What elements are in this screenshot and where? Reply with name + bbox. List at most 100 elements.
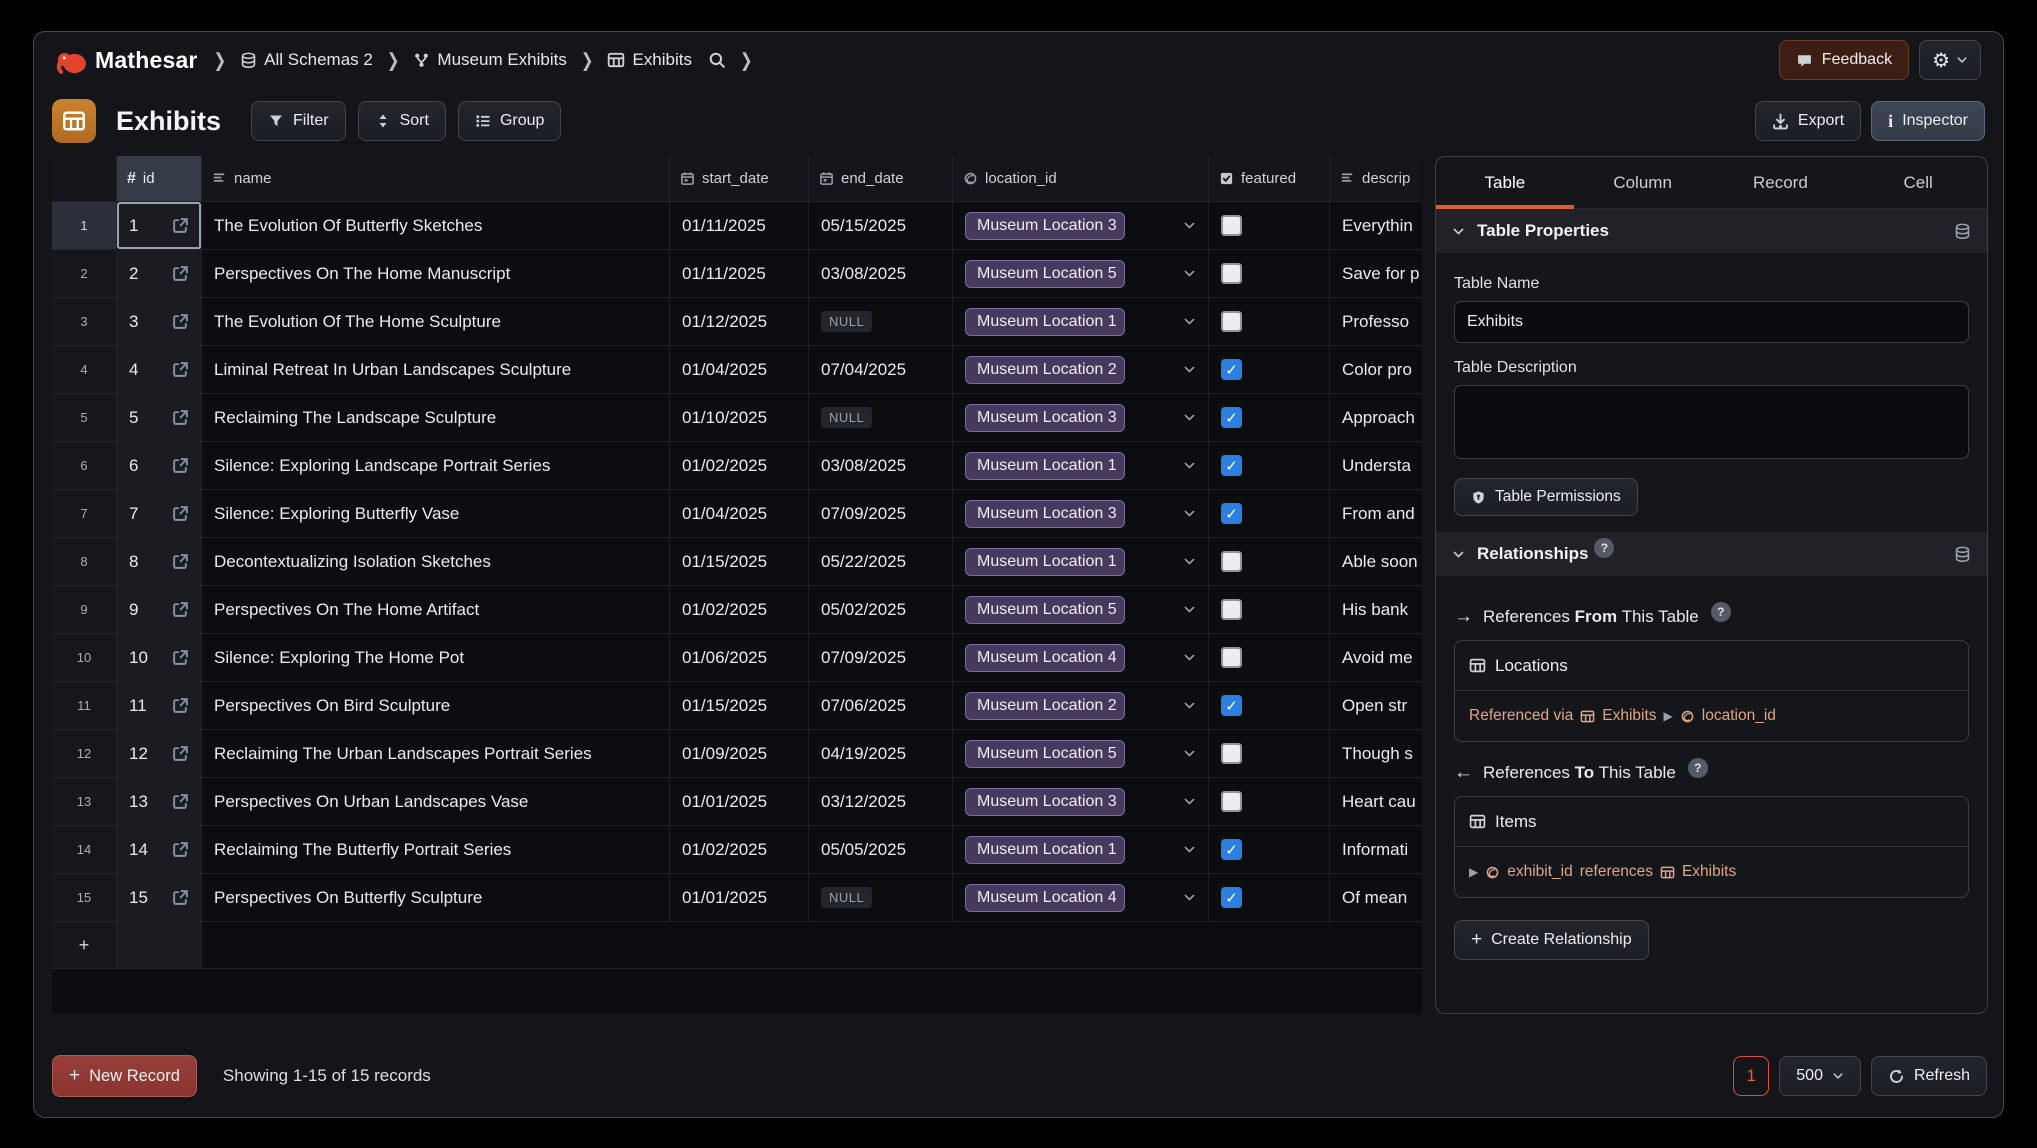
featured-cell[interactable]: ✓ bbox=[1209, 826, 1330, 874]
id-cell[interactable]: 6 bbox=[117, 442, 202, 490]
row-number[interactable]: 5 bbox=[52, 394, 117, 442]
open-record-icon[interactable] bbox=[172, 553, 189, 570]
name-cell[interactable]: The Evolution Of Butterfly Sketches bbox=[202, 202, 670, 250]
description-cell[interactable]: His bank bbox=[1330, 586, 1422, 634]
end-date-cell[interactable]: NULL bbox=[809, 394, 953, 442]
start-date-cell[interactable]: 01/11/2025 bbox=[670, 202, 809, 250]
row-number[interactable]: 8 bbox=[52, 538, 117, 586]
featured-cell[interactable]: ✓ bbox=[1209, 874, 1330, 922]
description-cell[interactable]: Approach bbox=[1330, 394, 1422, 442]
chevron-down-icon[interactable] bbox=[1183, 219, 1196, 232]
row-number[interactable]: 14 bbox=[52, 826, 117, 874]
open-record-icon[interactable] bbox=[172, 697, 189, 714]
featured-checkbox[interactable]: ✓ bbox=[1221, 455, 1242, 476]
open-record-icon[interactable] bbox=[172, 505, 189, 522]
chevron-down-icon[interactable] bbox=[1183, 747, 1196, 760]
search-icon[interactable] bbox=[708, 51, 726, 69]
id-cell[interactable]: 1 bbox=[117, 202, 202, 250]
end-date-cell[interactable]: 07/09/2025 bbox=[809, 490, 953, 538]
end-date-cell[interactable]: NULL bbox=[809, 874, 953, 922]
description-cell[interactable]: Everythin bbox=[1330, 202, 1422, 250]
featured-checkbox[interactable] bbox=[1221, 551, 1242, 572]
start-date-cell[interactable]: 01/10/2025 bbox=[670, 394, 809, 442]
featured-checkbox[interactable] bbox=[1221, 263, 1242, 284]
chevron-down-icon[interactable] bbox=[1183, 651, 1196, 664]
tab-column[interactable]: Column bbox=[1574, 157, 1712, 208]
description-cell[interactable]: Though s bbox=[1330, 730, 1422, 778]
filter-button[interactable]: Filter bbox=[251, 101, 346, 141]
id-cell[interactable]: 7 bbox=[117, 490, 202, 538]
end-date-cell[interactable]: 05/05/2025 bbox=[809, 826, 953, 874]
location-cell[interactable]: Museum Location 4 bbox=[953, 874, 1209, 922]
group-button[interactable]: Group bbox=[458, 101, 561, 141]
open-record-icon[interactable] bbox=[172, 601, 189, 618]
location-cell[interactable]: Museum Location 1 bbox=[953, 298, 1209, 346]
feedback-button[interactable]: Feedback bbox=[1779, 40, 1909, 80]
description-cell[interactable]: Save for p bbox=[1330, 250, 1422, 298]
chevron-down-icon[interactable] bbox=[1183, 363, 1196, 376]
location-cell[interactable]: Museum Location 2 bbox=[953, 682, 1209, 730]
column-header-name[interactable]: name bbox=[202, 156, 670, 202]
name-cell[interactable]: Liminal Retreat In Urban Landscapes Scul… bbox=[202, 346, 670, 394]
featured-checkbox[interactable]: ✓ bbox=[1221, 695, 1242, 716]
row-number[interactable]: 9 bbox=[52, 586, 117, 634]
featured-cell[interactable] bbox=[1209, 778, 1330, 826]
brand[interactable]: Mathesar bbox=[56, 46, 198, 74]
chevron-right-icon[interactable]: ❯ bbox=[740, 49, 753, 72]
name-cell[interactable]: The Evolution Of The Home Sculpture bbox=[202, 298, 670, 346]
tab-record[interactable]: Record bbox=[1712, 157, 1850, 208]
featured-cell[interactable]: ✓ bbox=[1209, 682, 1330, 730]
featured-checkbox[interactable]: ✓ bbox=[1221, 839, 1242, 860]
id-cell[interactable]: 13 bbox=[117, 778, 202, 826]
featured-cell[interactable] bbox=[1209, 538, 1330, 586]
sort-button[interactable]: Sort bbox=[358, 101, 446, 141]
start-date-cell[interactable]: 01/06/2025 bbox=[670, 634, 809, 682]
row-number[interactable]: 3 bbox=[52, 298, 117, 346]
end-date-cell[interactable]: 07/09/2025 bbox=[809, 634, 953, 682]
chevron-down-icon[interactable] bbox=[1183, 459, 1196, 472]
tab-cell[interactable]: Cell bbox=[1849, 157, 1987, 208]
start-date-cell[interactable]: 01/01/2025 bbox=[670, 874, 809, 922]
table-properties-section-header[interactable]: Table Properties bbox=[1436, 209, 1987, 253]
column-header-id[interactable]: #id bbox=[117, 156, 202, 202]
description-cell[interactable]: Able soon bbox=[1330, 538, 1422, 586]
help-icon[interactable]: ? bbox=[1594, 538, 1614, 558]
featured-checkbox[interactable]: ✓ bbox=[1221, 887, 1242, 908]
start-date-cell[interactable]: 01/02/2025 bbox=[670, 442, 809, 490]
breadcrumb-table[interactable]: Exhibits bbox=[607, 50, 692, 70]
name-cell[interactable]: Silence: Exploring The Home Pot bbox=[202, 634, 670, 682]
chevron-down-icon[interactable] bbox=[1183, 603, 1196, 616]
description-cell[interactable]: Informati bbox=[1330, 826, 1422, 874]
id-cell[interactable]: 5 bbox=[117, 394, 202, 442]
end-date-cell[interactable]: 03/08/2025 bbox=[809, 442, 953, 490]
page-size-select[interactable]: 500 bbox=[1779, 1056, 1861, 1096]
location-cell[interactable]: Museum Location 3 bbox=[953, 490, 1209, 538]
start-date-cell[interactable]: 01/02/2025 bbox=[670, 586, 809, 634]
create-relationship-button[interactable]: + Create Relationship bbox=[1454, 920, 1649, 960]
chevron-down-icon[interactable] bbox=[1183, 507, 1196, 520]
description-cell[interactable]: Professo bbox=[1330, 298, 1422, 346]
tab-table[interactable]: Table bbox=[1436, 157, 1574, 208]
featured-cell[interactable] bbox=[1209, 250, 1330, 298]
featured-checkbox[interactable] bbox=[1221, 647, 1242, 668]
id-cell[interactable]: 9 bbox=[117, 586, 202, 634]
column-header-location-id[interactable]: location_id bbox=[953, 156, 1209, 202]
featured-cell[interactable] bbox=[1209, 202, 1330, 250]
row-number[interactable]: 4 bbox=[52, 346, 117, 394]
name-cell[interactable]: Reclaiming The Butterfly Portrait Series bbox=[202, 826, 670, 874]
featured-checkbox[interactable] bbox=[1221, 791, 1242, 812]
featured-cell[interactable]: ✓ bbox=[1209, 490, 1330, 538]
inspector-button[interactable]: i Inspector bbox=[1871, 101, 1985, 141]
chevron-down-icon[interactable] bbox=[1183, 315, 1196, 328]
end-date-cell[interactable]: 05/22/2025 bbox=[809, 538, 953, 586]
location-cell[interactable]: Museum Location 3 bbox=[953, 778, 1209, 826]
location-cell[interactable]: Museum Location 1 bbox=[953, 538, 1209, 586]
help-icon[interactable]: ? bbox=[1688, 758, 1708, 778]
description-cell[interactable]: From and bbox=[1330, 490, 1422, 538]
start-date-cell[interactable]: 01/11/2025 bbox=[670, 250, 809, 298]
chevron-down-icon[interactable] bbox=[1183, 699, 1196, 712]
open-record-icon[interactable] bbox=[172, 649, 189, 666]
name-cell[interactable]: Silence: Exploring Butterfly Vase bbox=[202, 490, 670, 538]
name-cell[interactable]: Perspectives On Butterfly Sculpture bbox=[202, 874, 670, 922]
export-button[interactable]: Export bbox=[1755, 101, 1861, 141]
